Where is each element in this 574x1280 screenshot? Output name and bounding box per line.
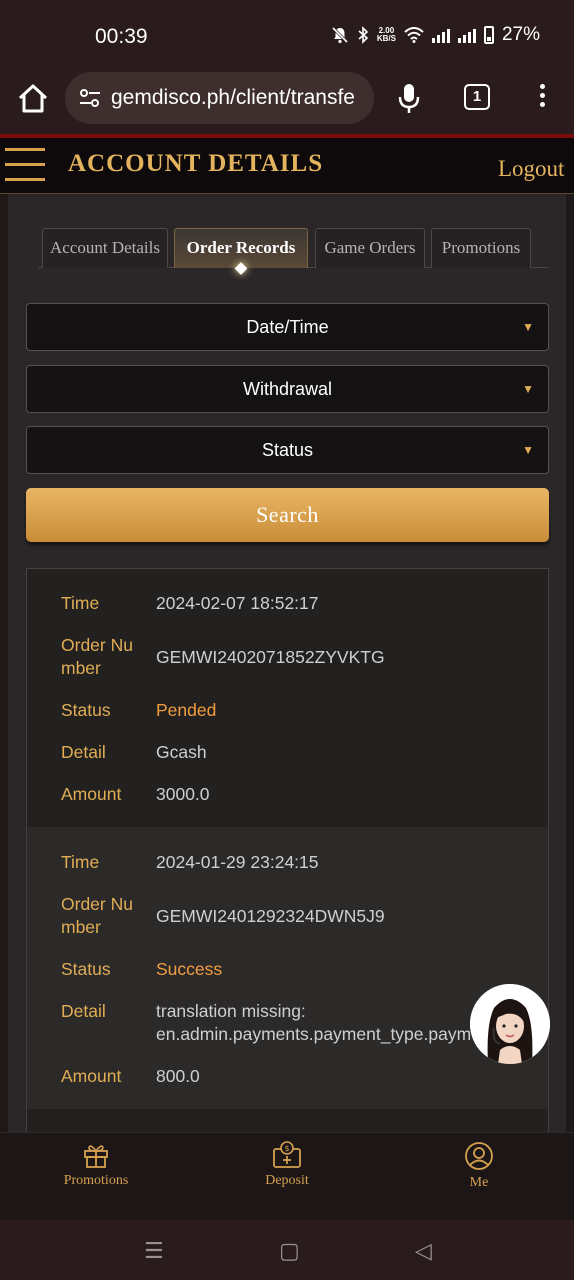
time-label: Time (61, 593, 100, 613)
recent-apps-icon[interactable]: ☰ (144, 1238, 164, 1264)
status-value: Success (156, 959, 223, 979)
amount-value: 3000.0 (156, 784, 210, 804)
status-label: Status (61, 959, 111, 979)
logout-link[interactable]: Logout (498, 156, 564, 182)
dropdown-caret-icon: ▼ (522, 382, 534, 396)
transaction-type-select[interactable]: Withdrawal ▼ (26, 365, 549, 413)
amount-label: Amount (61, 784, 122, 804)
battery-percent: 27% (501, 24, 540, 45)
signal-icon-2 (457, 27, 476, 43)
status-icons: 2.00 KB/S 27% (331, 24, 540, 46)
detail-value: translation missing: en.admin.payments.pa… (156, 1001, 472, 1044)
tab-account-details[interactable]: Account Details (42, 228, 168, 268)
mute-bell-icon (331, 26, 348, 44)
system-status-bar: 00:39 2.00 KB/S 27% (0, 0, 574, 72)
page-title: ACCOUNT DETAILS (68, 150, 324, 177)
home-icon[interactable] (16, 82, 50, 116)
site-settings-icon[interactable] (79, 88, 101, 108)
detail-label: Detail (61, 742, 106, 762)
nav-me[interactable]: Me (419, 1141, 539, 1191)
gift-icon (84, 1145, 108, 1168)
status-select[interactable]: Status ▼ (26, 426, 549, 474)
nav-me-label: Me (469, 1175, 489, 1190)
order-number-value: GEMWI2402071852ZYVKTG (156, 647, 385, 667)
tab-switcher-button[interactable]: 1 (464, 84, 490, 110)
browser-menu-icon[interactable] (538, 84, 546, 114)
microphone-icon[interactable] (397, 82, 421, 116)
status-value: Pended (156, 700, 217, 720)
record-item (27, 1109, 548, 1132)
nav-promotions[interactable]: Promotions (36, 1141, 156, 1189)
order-number-label: Order Nu mber (61, 635, 133, 678)
record-item: Time 2024-02-07 18:52:17 Order Nu mber GE… (27, 569, 548, 827)
datetime-select-value: Date/Time (246, 317, 329, 337)
network-speed: 2.00 KB/S (376, 26, 396, 43)
support-agent-avatar-icon (470, 984, 550, 1064)
back-button-icon[interactable]: ◁ (415, 1238, 432, 1264)
nav-promotions-label: Promotions (63, 1173, 129, 1188)
deposit-wallet-icon: $ (273, 1141, 301, 1168)
browser-toolbar: gemdisco.ph/client/transfe 1 (0, 72, 574, 136)
customer-support-avatar[interactable] (470, 984, 550, 1064)
transaction-type-value: Withdrawal (242, 379, 333, 399)
tab-game-orders[interactable]: Game Orders (315, 228, 425, 268)
amount-label: Amount (61, 1066, 122, 1086)
detail-value: Gcash (156, 742, 207, 762)
url-text: gemdisco.ph/client/transfe (111, 86, 355, 109)
bottom-navigation: Promotions $ Deposit Me (0, 1132, 574, 1220)
clock: 00:39 (95, 25, 148, 48)
app-header: ACCOUNT DETAILS Logout (0, 134, 574, 194)
home-button-icon[interactable]: ▢ (279, 1238, 300, 1264)
status-label: Status (61, 700, 111, 720)
signal-icon (431, 27, 450, 43)
svg-text:$: $ (284, 1144, 289, 1153)
user-profile-icon (465, 1142, 493, 1170)
dropdown-caret-icon: ▼ (522, 443, 534, 457)
wifi-icon (404, 27, 424, 43)
hamburger-menu-icon[interactable] (5, 148, 45, 184)
amount-value: 800.0 (156, 1066, 200, 1086)
time-label: Time (61, 852, 100, 872)
detail-label: Detail (61, 1001, 106, 1021)
time-value: 2024-02-07 18:52:17 (156, 593, 319, 613)
battery-icon (483, 26, 494, 44)
order-number-label: Order Nu mber (61, 894, 133, 937)
address-bar[interactable]: gemdisco.ph/client/transfe (65, 72, 374, 124)
android-navigation-bar: ☰ ▢ ◁ (0, 1220, 574, 1280)
time-value: 2024-01-29 23:24:15 (156, 852, 319, 872)
dropdown-caret-icon: ▼ (522, 320, 534, 334)
bluetooth-icon (358, 26, 369, 44)
status-select-value: Status (261, 440, 314, 460)
search-button[interactable]: Search (26, 488, 549, 542)
tab-bar: Account Details Order Records Game Order… (38, 228, 548, 268)
order-records-list: Time 2024-02-07 18:52:17 Order Nu mber GE… (26, 568, 549, 1132)
datetime-select[interactable]: Date/Time ▼ (26, 303, 549, 351)
order-number-value: GEMWI2401292324DWN5J9 (156, 906, 385, 926)
record-item: Time 2024-01-29 23:24:15 Order Nu mber GE… (27, 827, 548, 1109)
tab-order-records[interactable]: Order Records (174, 228, 308, 268)
nav-deposit[interactable]: $ Deposit (227, 1141, 347, 1189)
nav-deposit-label: Deposit (265, 1173, 309, 1188)
tab-promotions[interactable]: Promotions (431, 228, 531, 268)
